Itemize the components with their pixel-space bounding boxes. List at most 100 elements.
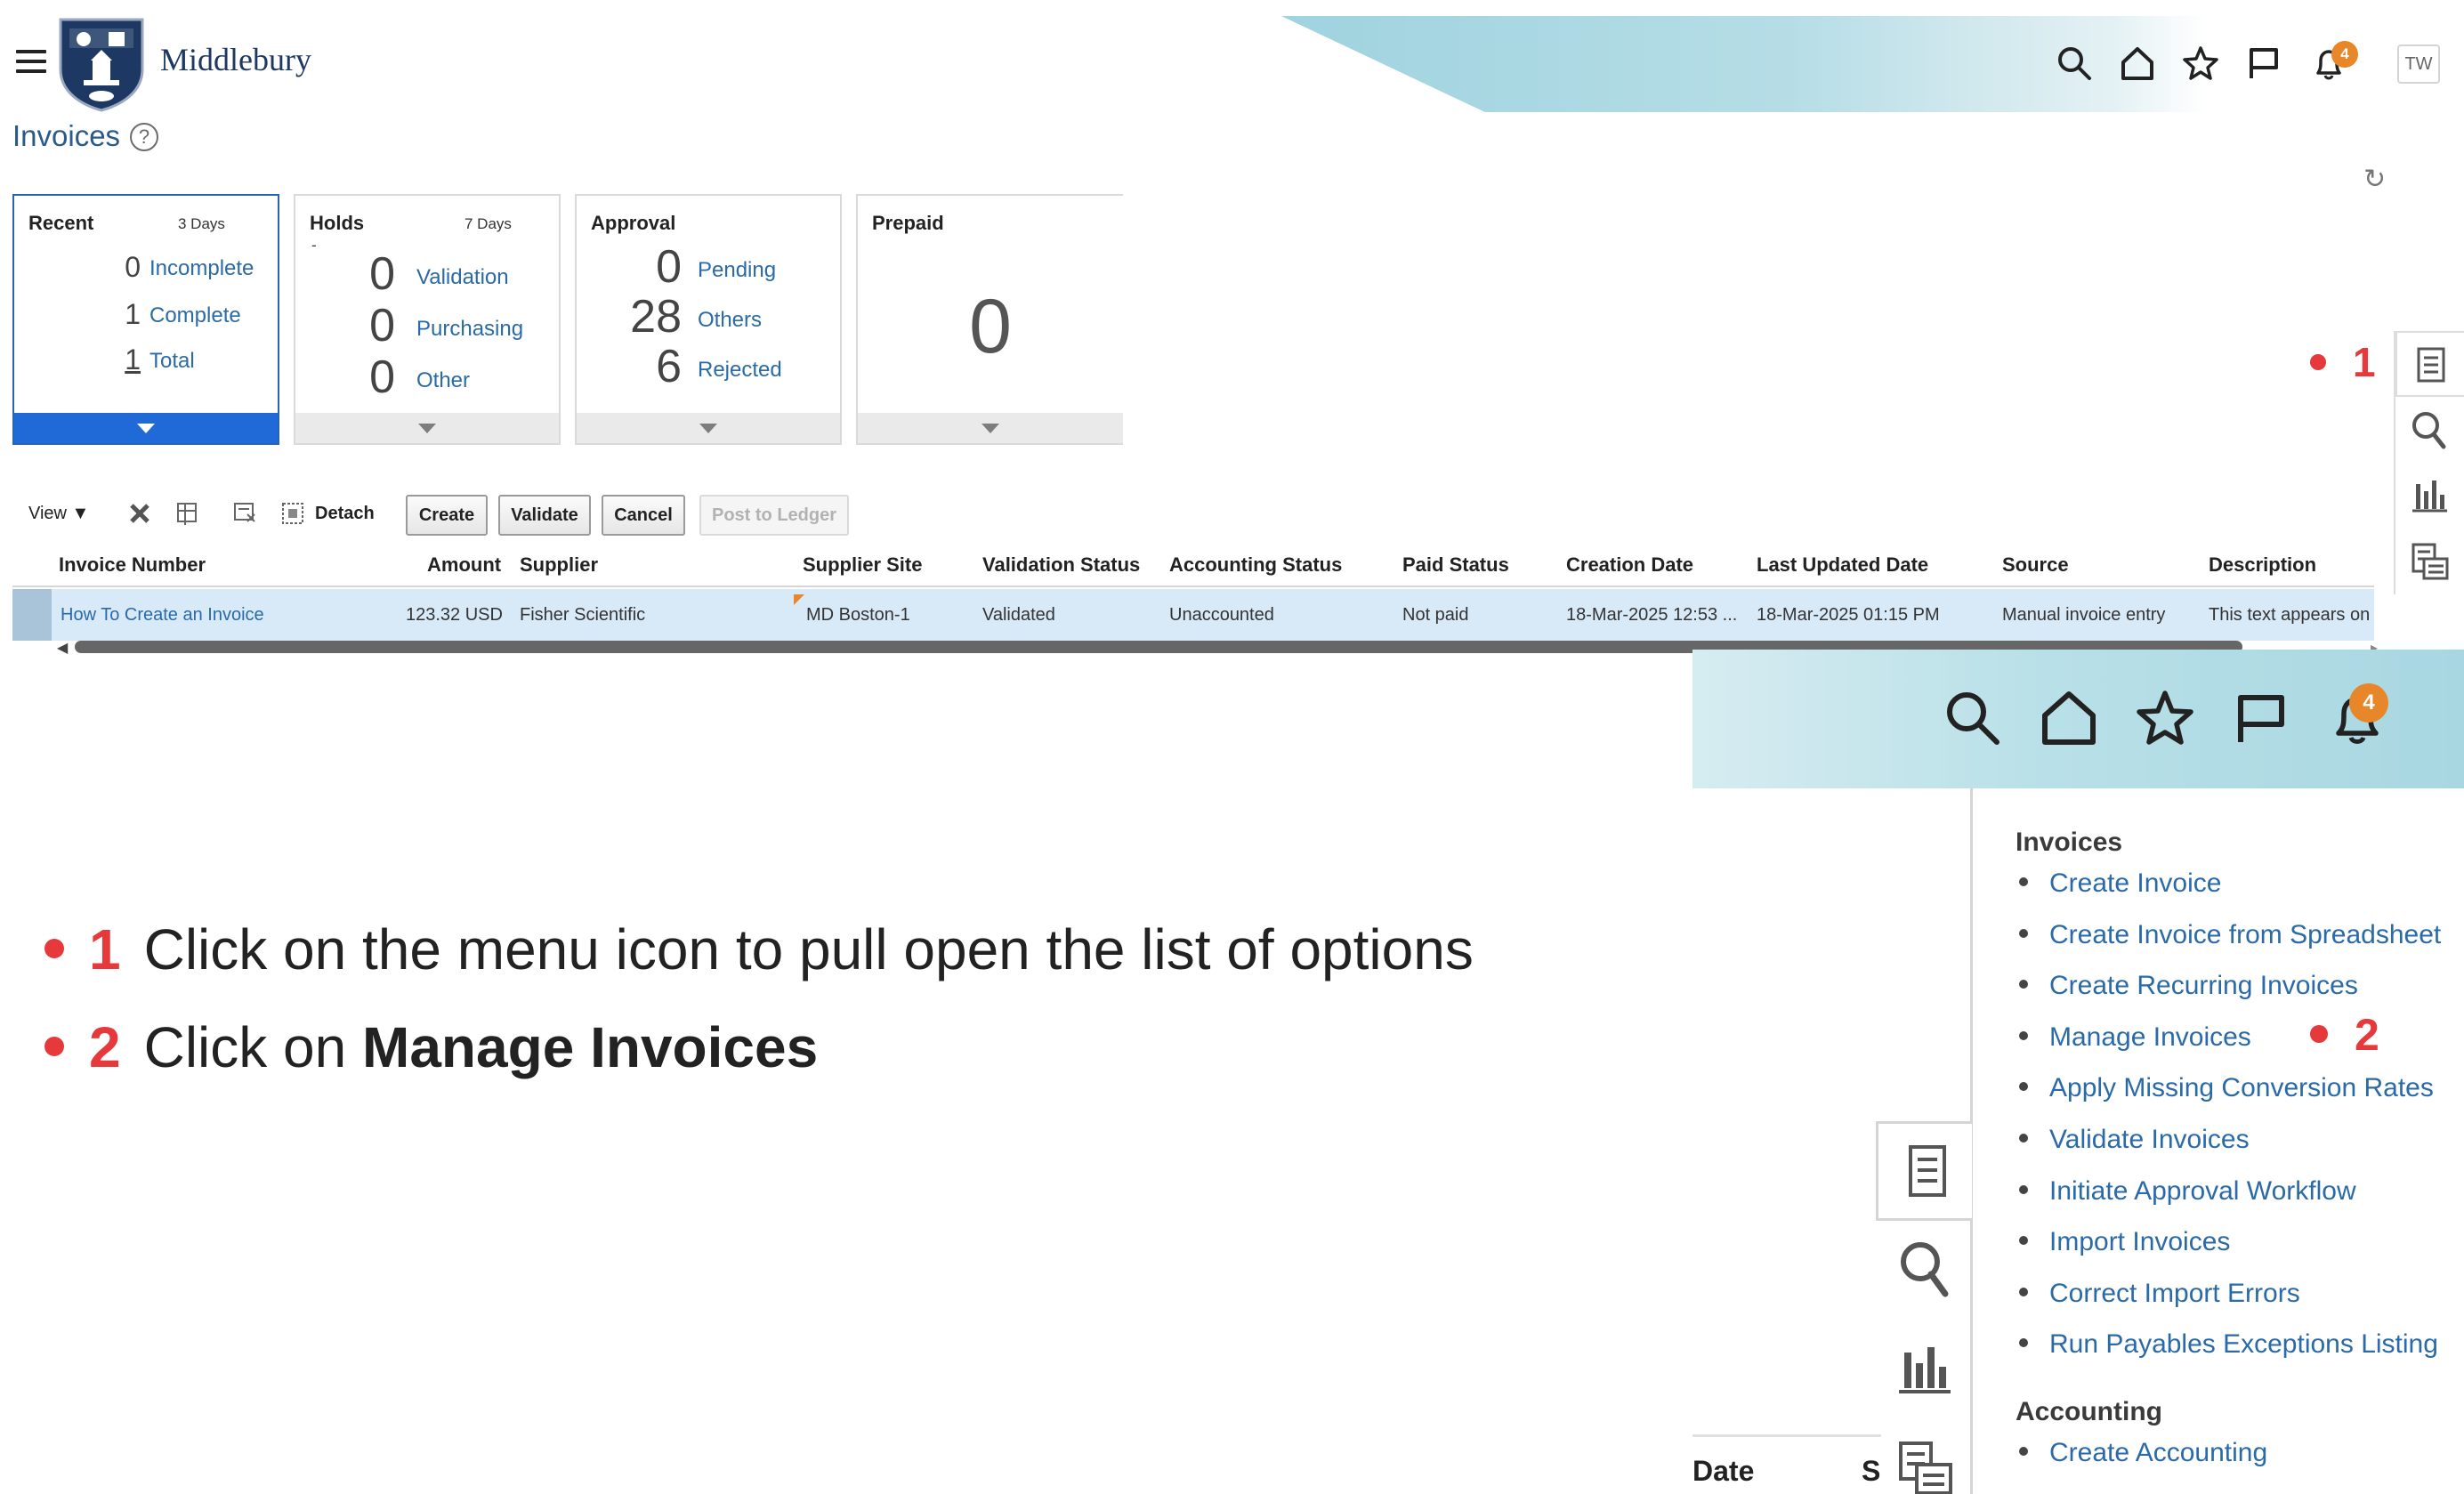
- reports-panel-tab[interactable]: [2395, 463, 2464, 529]
- menu-item-validate-invoices[interactable]: Validate Invoices: [2016, 1125, 2250, 1155]
- flag-icon[interactable]: [2230, 687, 2292, 749]
- tasks-panel-tab[interactable]: [2395, 331, 2464, 397]
- menu-item-import-invoices[interactable]: Import Invoices: [2016, 1227, 2230, 1257]
- detach-button[interactable]: Detach: [315, 504, 375, 524]
- row-selector[interactable]: [12, 589, 52, 641]
- table-row[interactable]: How To Create an Invoice 123.32 USD Fish…: [12, 589, 2374, 641]
- tile-link-validation[interactable]: Validation: [416, 265, 509, 290]
- column-header[interactable]: Description: [2209, 553, 2316, 577]
- column-header[interactable]: Creation Date: [1566, 553, 1693, 577]
- column-header[interactable]: Source: [2002, 553, 2069, 577]
- tile-count[interactable]: 1: [68, 343, 141, 376]
- help-icon[interactable]: ?: [130, 123, 158, 151]
- amount-cell: 123.32 USD: [406, 605, 503, 625]
- brand-name: Middlebury: [160, 42, 311, 77]
- refresh-icon[interactable]: ↻: [2363, 164, 2386, 195]
- tile-count: 6: [656, 341, 682, 392]
- favorites-star-icon[interactable]: [2134, 687, 2196, 749]
- scroll-left-arrow-icon[interactable]: ◀: [57, 639, 68, 657]
- tile-count: 1: [125, 298, 141, 330]
- invoice-number-link[interactable]: How To Create an Invoice: [61, 605, 264, 626]
- tile-holds[interactable]: Holds 7 Days - 0 Validation 0 Purchasing…: [294, 194, 561, 445]
- user-avatar[interactable]: TW: [2397, 44, 2440, 84]
- column-header[interactable]: Last Updated Date: [1757, 553, 1928, 577]
- search-panel-tab[interactable]: [1876, 1221, 1972, 1320]
- bar-chart-icon: [1899, 1347, 1951, 1393]
- search-icon: [2412, 412, 2446, 449]
- tile-link-others[interactable]: Others: [698, 308, 762, 333]
- notification-count-badge: 4: [2331, 41, 2358, 68]
- flag-icon[interactable]: [2245, 44, 2282, 82]
- column-header[interactable]: Amount: [427, 553, 501, 577]
- detach-icon[interactable]: [279, 500, 306, 527]
- wrap-icon[interactable]: [231, 500, 258, 527]
- cancel-button[interactable]: Cancel: [602, 495, 685, 536]
- tile-approval[interactable]: Approval 0 Pending 28 Others 6 Rejected: [575, 194, 842, 445]
- creation-date-cell: 18-Mar-2025 12:53 ...: [1566, 605, 1738, 625]
- tasks-panel-tab[interactable]: [1876, 1121, 1972, 1221]
- column-header[interactable]: Validation Status: [982, 553, 1140, 577]
- menu-item-create-invoice[interactable]: Create Invoice: [2016, 868, 2221, 899]
- step-emphasis: Manage Invoices: [362, 1015, 819, 1079]
- last-updated-date-cell: 18-Mar-2025 01:15 PM: [1757, 605, 1940, 625]
- supplier-site-cell: MD Boston-1: [806, 605, 910, 625]
- tile-link-purchasing[interactable]: Purchasing: [416, 317, 523, 342]
- tile-link-total[interactable]: Total: [149, 349, 195, 374]
- menu-item-apply-missing-conversion-rates[interactable]: Apply Missing Conversion Rates: [2016, 1073, 2434, 1103]
- tile-link-rejected[interactable]: Rejected: [698, 358, 782, 383]
- home-icon[interactable]: [2119, 44, 2156, 82]
- reports-panel-tab[interactable]: [1876, 1320, 1972, 1420]
- menu-item-create-invoice-from-spreadsheet[interactable]: Create Invoice from Spreadsheet: [2016, 920, 2441, 950]
- tile-expand-toggle[interactable]: [295, 413, 559, 443]
- favorites-star-icon[interactable]: [2182, 44, 2219, 82]
- tile-period: 7 Days: [465, 215, 512, 232]
- view-menu[interactable]: View ▼: [28, 504, 89, 524]
- tile-recent[interactable]: Recent 3 Days 0 Incomplete 1 Complete 1 …: [12, 194, 279, 445]
- tile-link-other[interactable]: Other: [416, 368, 470, 393]
- hamburger-menu-icon[interactable]: [16, 50, 46, 73]
- analysis-panel-tab[interactable]: [1876, 1420, 1972, 1494]
- tile-title: Approval: [591, 212, 676, 234]
- notification-count-badge: 4: [2349, 683, 2388, 723]
- menu-item-create-accounting[interactable]: Create Accounting: [2016, 1438, 2267, 1468]
- tile-link-complete[interactable]: Complete: [149, 303, 241, 328]
- middlebury-logo[interactable]: [57, 16, 146, 112]
- menu-item-initiate-approval-workflow[interactable]: Initiate Approval Workflow: [2016, 1176, 2356, 1207]
- search-icon[interactable]: [1942, 687, 2004, 749]
- chevron-down-icon: [699, 424, 717, 433]
- create-button[interactable]: Create: [406, 495, 488, 536]
- validation-status-cell: Validated: [982, 605, 1055, 625]
- tile-prepaid[interactable]: Prepaid 0: [856, 194, 1123, 445]
- table-header-row: Invoice Number Amount Supplier Supplier …: [12, 541, 2374, 587]
- callout-number: 2: [2355, 1010, 2379, 1060]
- tile-count: 0: [656, 241, 682, 293]
- menu-item-create-recurring-invoices[interactable]: Create Recurring Invoices: [2016, 971, 2358, 1001]
- tile-expand-toggle[interactable]: [14, 413, 278, 443]
- column-header[interactable]: Invoice Number: [59, 553, 206, 577]
- tasks-menu: Invoices Create Invoice Create Invoice f…: [1970, 788, 2464, 1494]
- validate-button[interactable]: Validate: [498, 495, 591, 536]
- column-header[interactable]: Accounting Status: [1169, 553, 1342, 577]
- search-panel-tab[interactable]: [2395, 397, 2464, 463]
- freeze-column-icon[interactable]: [174, 500, 201, 527]
- menu-item-manage-invoices[interactable]: Manage Invoices: [2016, 1022, 2251, 1053]
- tile-expand-toggle[interactable]: [858, 413, 1123, 443]
- delete-x-icon[interactable]: [126, 500, 153, 527]
- tile-link-pending[interactable]: Pending: [698, 258, 776, 283]
- menu-item-run-payables-exceptions-listing[interactable]: Run Payables Exceptions Listing: [2016, 1329, 2438, 1360]
- column-header[interactable]: Paid Status: [1402, 553, 1509, 577]
- column-header[interactable]: Supplier: [520, 553, 598, 577]
- search-icon[interactable]: [2056, 44, 2093, 82]
- menu-item-correct-import-errors[interactable]: Correct Import Errors: [2016, 1279, 2300, 1309]
- tile-title: Recent: [28, 212, 94, 234]
- analysis-panel-tab[interactable]: [2395, 529, 2464, 594]
- tile-expand-toggle[interactable]: [577, 413, 840, 443]
- callout-1: 1: [2310, 338, 2376, 386]
- menu-section-heading: Invoices: [2016, 828, 2123, 857]
- worksheet-list-icon: [1899, 1442, 1952, 1494]
- step-number: 2: [89, 1015, 121, 1079]
- home-icon[interactable]: [2038, 687, 2100, 749]
- column-header[interactable]: Supplier Site: [803, 553, 922, 577]
- tile-link-incomplete[interactable]: Incomplete: [149, 256, 254, 281]
- bullet-dot: [44, 939, 64, 959]
